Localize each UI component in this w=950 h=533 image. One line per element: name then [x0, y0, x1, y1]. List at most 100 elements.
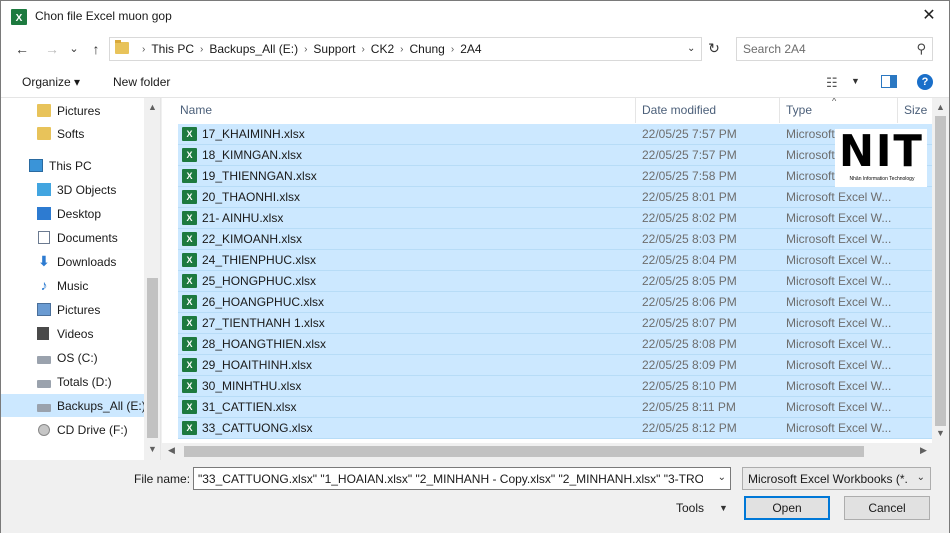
chevron-left-icon[interactable]: ◀ [168, 445, 175, 456]
table-row[interactable]: X 31_CATTIEN.xlsx 22/05/25 8:11 PM Microsof… [178, 397, 932, 418]
breadcrumb-item[interactable]: Chung [409, 42, 444, 56]
table-row[interactable]: X 19_THIENNGAN.xlsx 22/05/25 7:58 PM Micros… [178, 166, 932, 187]
file-list-vertical-scrollbar[interactable]: ▲ ▼ [932, 98, 949, 443]
nav-item-label: Softs [57, 126, 85, 141]
excel-file-icon: X [182, 295, 197, 309]
chevron-down-icon[interactable]: ▼ [851, 76, 860, 86]
chevron-right-icon[interactable]: › [361, 44, 364, 55]
scrollbar-thumb[interactable] [147, 278, 158, 438]
table-row[interactable]: X 26_HOANGPHUC.xlsx 22/05/25 8:06 PM Micros… [178, 292, 932, 313]
table-row[interactable]: X 30_MINHTHU.xlsx 22/05/25 8:10 PM Microsof… [178, 376, 932, 397]
nav-item-pictures[interactable]: Pictures [1, 298, 144, 321]
refresh-button[interactable]: ↻ [705, 37, 723, 61]
search-icon[interactable]: ⚲ [916, 41, 926, 57]
forward-button[interactable]: → [41, 39, 63, 59]
navigation-pane-scrollbar[interactable]: ▲ ▼ [144, 98, 160, 460]
chevron-up-icon[interactable]: ▲ [144, 102, 160, 112]
chevron-down-icon[interactable]: ⌄ [718, 472, 726, 483]
file-name-input[interactable] [198, 471, 703, 487]
breadcrumb-item[interactable]: Backups_All (E:) [209, 42, 298, 56]
breadcrumb-item[interactable]: This PC [151, 42, 194, 56]
nav-item-os-c[interactable]: OS (C:) [1, 346, 144, 369]
table-row[interactable]: X 27_TIENTHANH 1.xlsx 22/05/25 8:07 PM Micr… [178, 313, 932, 334]
chevron-down-icon[interactable]: ▼ [144, 444, 160, 454]
nav-item-totals-d[interactable]: Totals (D:) [1, 370, 144, 393]
excel-file-icon: X [182, 148, 197, 162]
file-name: 17_KHAIMINH.xlsx [202, 127, 305, 141]
table-row[interactable]: X 22_KIMOANH.xlsx 22/05/25 8:03 PM Microsof… [178, 229, 932, 250]
table-row[interactable]: X 17_KHAIMINH.xlsx 22/05/25 7:57 PM Microso… [178, 124, 932, 145]
nav-item-cd-drive-f[interactable]: CD Drive (F:) [1, 418, 144, 441]
folder-icon [37, 127, 51, 140]
file-type: Microsoft Excel W... [786, 358, 892, 372]
file-name-combobox[interactable]: ⌄ [193, 467, 731, 490]
file-name: 26_HOANGPHUC.xlsx [202, 295, 325, 309]
nav-item-downloads[interactable]: ⬇ Downloads [1, 250, 144, 273]
file-list-horizontal-scrollbar[interactable]: ◀ ▶ [162, 443, 949, 460]
scrollbar-thumb[interactable] [184, 446, 864, 457]
column-header-size[interactable]: Size [898, 98, 932, 123]
cancel-button[interactable]: Cancel [844, 496, 930, 520]
search-box[interactable]: ⚲ [736, 37, 933, 61]
new-folder-button[interactable]: New folder [113, 75, 170, 89]
nav-item-softs[interactable]: Softs [1, 122, 144, 145]
nav-item-videos[interactable]: Videos [1, 322, 144, 345]
file-date-modified: 22/05/25 7:58 PM [642, 169, 737, 183]
chevron-down-icon[interactable]: ⌄ [687, 43, 695, 54]
chevron-right-icon[interactable]: › [200, 44, 203, 55]
table-row[interactable]: X 21- AINHU.xlsx 22/05/25 8:02 PM Microsoft… [178, 208, 932, 229]
tools-button[interactable]: Tools [676, 501, 704, 515]
table-row[interactable]: X 24_THIENPHUC.xlsx 22/05/25 8:04 PM Micros… [178, 250, 932, 271]
nav-item-backups-all-e[interactable]: Backups_All (E:) [1, 394, 146, 417]
column-header-date-modified[interactable]: Date modified [636, 98, 780, 123]
excel-file-icon: X [182, 127, 197, 141]
nav-item-desktop[interactable]: Desktop [1, 202, 144, 225]
table-row[interactable]: X 33_CATTUONG.xlsx 22/05/25 8:12 PM Microso… [178, 418, 932, 439]
chevron-right-icon[interactable]: ▶ [920, 445, 927, 456]
view-options-icon[interactable]: ☷ [826, 75, 838, 91]
table-row[interactable]: X 25_HONGPHUC.xlsx 22/05/25 8:05 PM Microso… [178, 271, 932, 292]
chevron-right-icon[interactable]: › [451, 44, 454, 55]
address-bar[interactable]: › This PC › Backups_All (E:) › Support ›… [109, 37, 702, 61]
back-button[interactable]: ← [11, 39, 33, 59]
chevron-right-icon[interactable]: › [400, 44, 403, 55]
nav-item-music[interactable]: ♪ Music [1, 274, 144, 297]
nav-item-3d-objects[interactable]: 3D Objects [1, 178, 144, 201]
chevron-right-icon[interactable]: › [304, 44, 307, 55]
chevron-right-icon: › [142, 43, 146, 55]
table-row[interactable]: X 29_HOAITHINH.xlsx 22/05/25 8:09 PM Micros… [178, 355, 932, 376]
chevron-up-icon[interactable]: ▲ [932, 102, 949, 112]
nav-item-label: Desktop [57, 206, 102, 221]
file-name: 27_TIENTHANH 1.xlsx [202, 316, 325, 330]
column-header-type[interactable]: Type [780, 98, 898, 123]
nav-item-pictures-favorite[interactable]: Pictures [1, 99, 144, 122]
breadcrumb-item[interactable]: Support [313, 42, 355, 56]
chevron-down-icon[interactable]: ▼ [719, 503, 728, 513]
table-row[interactable]: X 18_KIMNGAN.xlsx 22/05/25 7:57 PM Microsof… [178, 145, 932, 166]
table-row[interactable]: X 28_HOANGTHIEN.xlsx 22/05/25 8:08 PM Micro… [178, 334, 932, 355]
chevron-down-icon[interactable]: ▼ [932, 428, 949, 438]
file-type: Microsoft Excel W... [786, 274, 892, 288]
recent-locations-button[interactable]: ⌄ [63, 39, 85, 59]
close-button[interactable]: ✕ [915, 5, 943, 29]
table-row[interactable]: X 20_THAONHI.xlsx 22/05/25 8:01 PM Microsof… [178, 187, 932, 208]
up-button[interactable]: ↑ [85, 39, 107, 59]
breadcrumb-item[interactable]: CK2 [371, 42, 394, 56]
open-button[interactable]: Open [744, 496, 830, 520]
nav-item-label: Documents [57, 230, 118, 245]
search-input[interactable] [743, 41, 903, 57]
chevron-down-icon[interactable]: ⌄ [917, 472, 925, 483]
organize-button[interactable]: Organize ▾ [22, 75, 80, 89]
logo-text: NIT [839, 126, 924, 177]
preview-pane-icon[interactable] [881, 75, 897, 88]
nav-item-this-pc[interactable]: This PC [1, 154, 144, 177]
excel-file-icon: X [182, 379, 197, 393]
file-name: 33_CATTUONG.xlsx [202, 421, 313, 435]
nav-item-documents[interactable]: Documents [1, 226, 144, 249]
scrollbar-thumb[interactable] [935, 116, 946, 426]
file-type-select[interactable]: Microsoft Excel Workbooks (*.x ⌄ [742, 467, 931, 490]
help-icon[interactable]: ? [917, 74, 933, 90]
breadcrumb-item[interactable]: 2A4 [460, 42, 481, 56]
title-bar: X Chon file Excel muon gop ✕ [1, 1, 949, 32]
column-header-name[interactable]: Name [174, 98, 636, 123]
